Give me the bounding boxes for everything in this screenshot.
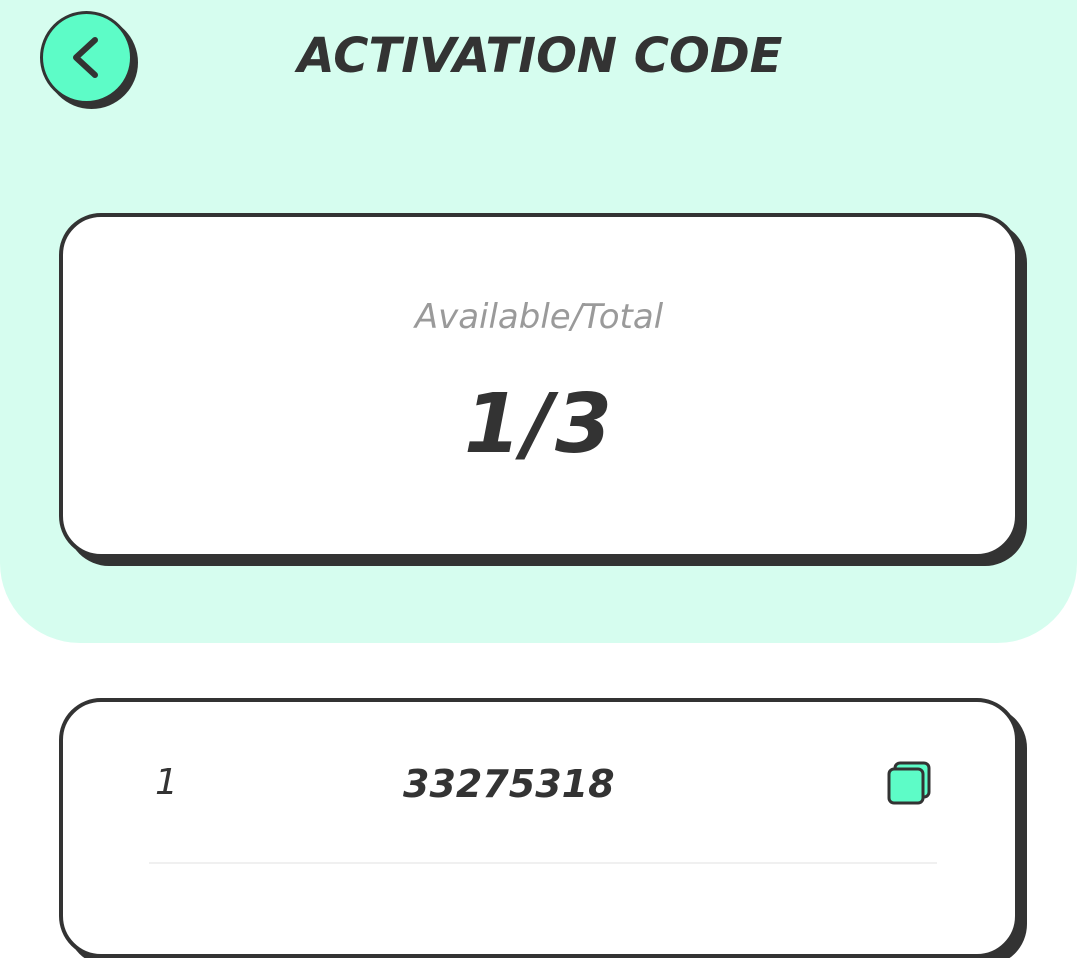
availability-count: 1/3 xyxy=(463,377,615,472)
codes-list-card: 1 33275318 xyxy=(59,698,1019,958)
page-title: ACTIVATION CODE xyxy=(297,28,783,84)
code-row: 1 33275318 xyxy=(63,702,1015,864)
copy-icon xyxy=(887,761,931,805)
availability-card: Available/Total 1/3 xyxy=(59,213,1019,558)
activation-code-value[interactable]: 33275318 xyxy=(403,762,615,806)
availability-label: Available/Total xyxy=(414,297,664,337)
row-divider xyxy=(149,862,937,864)
header-panel: ACTIVATION CODE Available/Total 1/3 xyxy=(0,0,1077,643)
code-index: 1 xyxy=(155,762,178,803)
back-button[interactable] xyxy=(40,11,133,104)
chevron-left-icon xyxy=(73,37,98,78)
copy-code-button[interactable] xyxy=(885,760,933,808)
